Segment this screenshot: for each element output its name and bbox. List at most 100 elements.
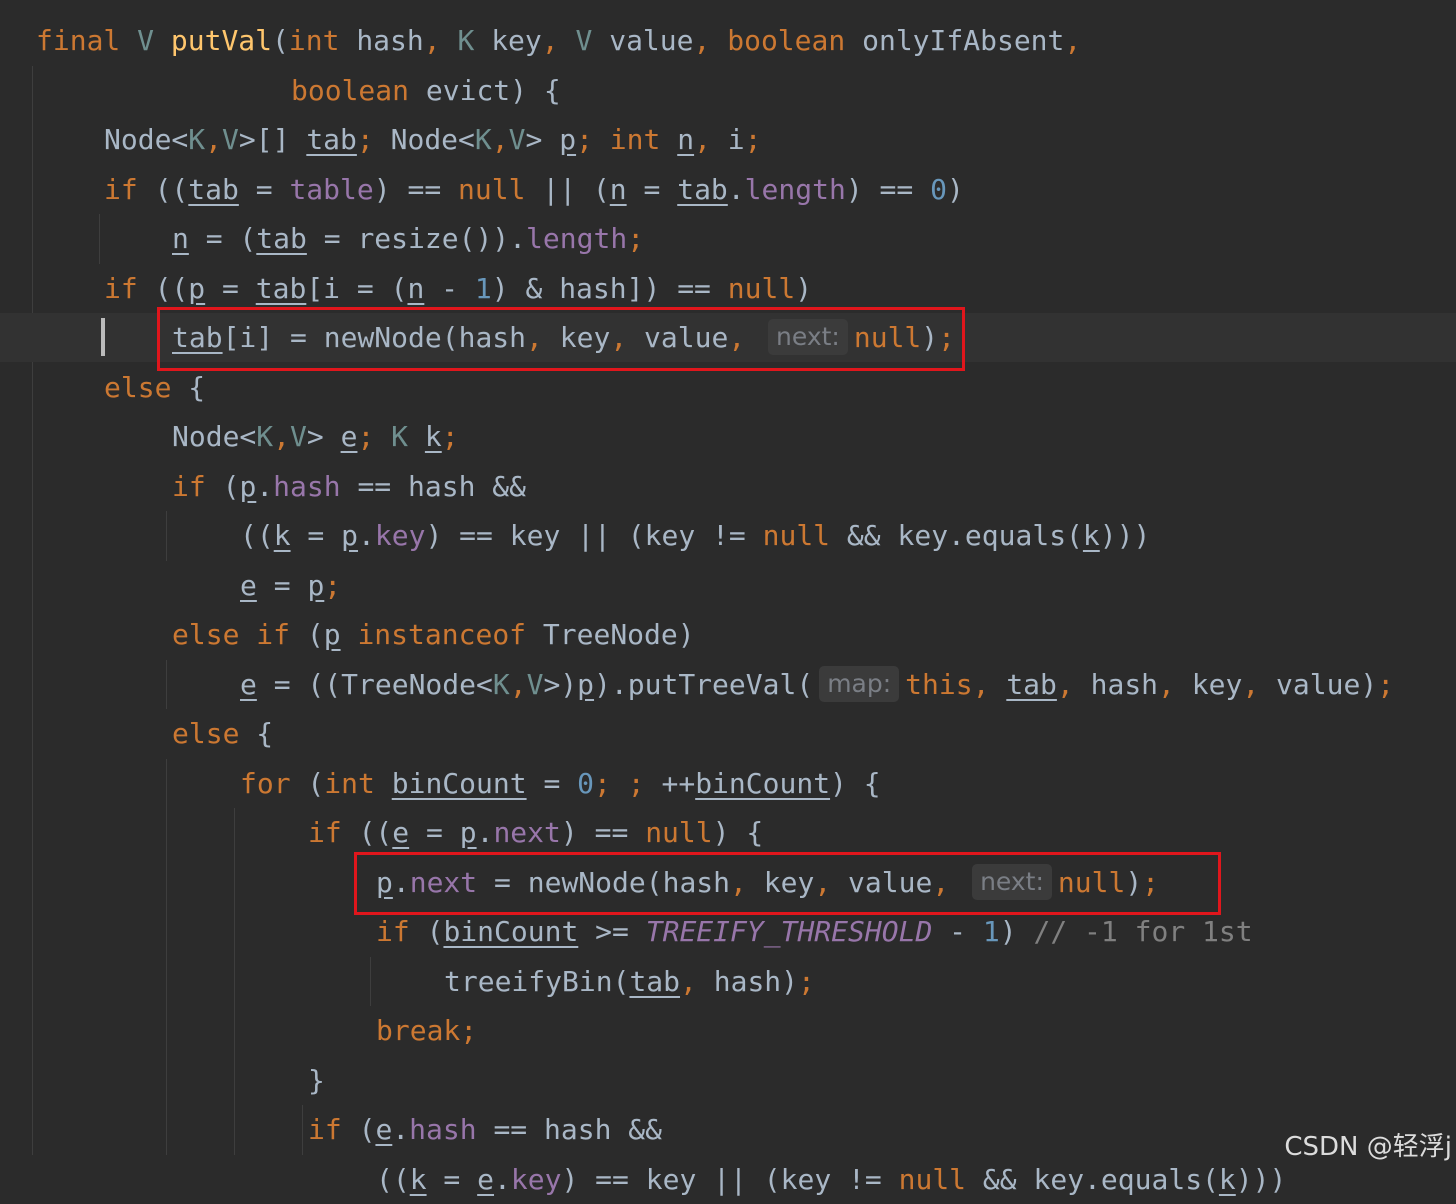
code-token: . <box>358 519 375 552</box>
code-token: = resize()). <box>306 222 527 255</box>
code-line[interactable]: ((k = p.key) == key || (key != null && k… <box>0 511 1456 560</box>
code-token: [i = ( <box>306 271 408 305</box>
code-token: k <box>1218 1162 1236 1196</box>
code-token: = <box>290 519 342 552</box>
code-token: p <box>559 123 577 156</box>
code-line[interactable]: } <box>0 1056 1456 1105</box>
code-token: n <box>677 123 695 156</box>
code-token: == hash && <box>340 469 527 503</box>
code-token: if <box>104 172 138 206</box>
code-token: k <box>409 1162 427 1196</box>
code-token: ; <box>460 1014 478 1047</box>
code-token: ) <box>946 172 964 206</box>
code-token: key <box>510 1162 562 1196</box>
code-token: null <box>762 519 831 552</box>
code-token: k <box>424 420 442 453</box>
code-line[interactable]: ((k = e.key) == key || (key != null && k… <box>0 1155 1456 1204</box>
code-token: ) { <box>712 816 764 849</box>
code-token: evict) { <box>409 73 561 107</box>
code-token: , <box>541 24 559 57</box>
code-token: ) == key || (key != <box>561 1162 899 1196</box>
code-token: p <box>341 519 359 552</box>
code-token: V <box>222 123 239 156</box>
code-token: instanceof <box>357 618 527 651</box>
code-token: final <box>36 24 121 57</box>
code-token: V <box>575 24 593 57</box>
code-token: . <box>476 816 494 849</box>
code-line[interactable]: Node<K,V>[] tab; Node<K,V> p; int n, i; <box>0 115 1456 164</box>
code-token: treeifyBin( <box>444 964 630 998</box>
code-token: K <box>492 667 510 701</box>
code-line[interactable]: treeifyBin(tab, hash); <box>0 957 1456 1006</box>
parameter-hint: map: <box>819 665 900 702</box>
code-line[interactable]: break; <box>0 1006 1456 1055</box>
code-token: e <box>392 816 410 849</box>
code-token: tab <box>255 271 307 305</box>
code-token: , <box>205 123 223 156</box>
code-token: ; <box>357 420 375 453</box>
code-token: . <box>494 1162 511 1196</box>
code-token: TreeNode) <box>526 618 695 651</box>
code-line[interactable]: final V putVal(int hash, K key, V value,… <box>0 16 1456 65</box>
code-line[interactable]: else if (p instanceof TreeNode) <box>0 610 1456 659</box>
code-token: = ( <box>188 222 257 255</box>
code-token: ).putTreeVal( <box>594 667 814 701</box>
code-token: , <box>1064 24 1082 57</box>
code-token: TREEIFY_THRESHOLD <box>645 915 933 948</box>
code-token: p <box>459 816 477 849</box>
code-line[interactable]: for (int binCount = 0; ; ++binCount) { <box>0 759 1456 808</box>
code-token: ) <box>795 271 813 305</box>
text-caret <box>101 318 105 356</box>
code-token: . <box>727 172 745 206</box>
code-line[interactable]: boolean evict) { <box>0 66 1456 115</box>
code-token: this <box>905 667 973 701</box>
code-token: Node< <box>172 420 257 453</box>
code-line[interactable]: if (e.hash == hash && <box>0 1105 1456 1154</box>
code-token: onlyIfAbsent <box>845 24 1065 57</box>
code-token: - <box>932 915 983 948</box>
code-line[interactable]: e = ((TreeNode<K,V>)p).putTreeVal(map: th… <box>0 660 1456 709</box>
csdn-watermark: CSDN @轻浮j <box>1284 1132 1452 1162</box>
code-line[interactable]: e = p; <box>0 561 1456 610</box>
code-line[interactable]: else { <box>0 709 1456 758</box>
code-token: e <box>375 1113 393 1146</box>
code-token: ; <box>324 568 342 602</box>
code-token: , <box>1242 667 1260 701</box>
code-line[interactable]: n = (tab = resize()).length; <box>0 214 1456 263</box>
code-token: V <box>508 123 526 156</box>
code-token: boolean <box>291 73 410 107</box>
code-token: binCount <box>443 915 579 948</box>
code-token: hash <box>339 24 424 57</box>
code-token: if <box>376 915 410 948</box>
code-line[interactable]: Node<K,V> e; K k; <box>0 412 1456 461</box>
code-token: = <box>409 816 460 849</box>
code-token: = <box>256 568 308 602</box>
code-token: Node< <box>373 123 475 156</box>
code-token: if <box>308 1113 342 1146</box>
code-token: { <box>171 370 206 404</box>
code-token: ( <box>272 24 289 57</box>
code-token: ( <box>290 618 324 651</box>
code-token: // -1 for 1st <box>1033 915 1253 948</box>
code-token: int <box>609 123 661 156</box>
code-token: = <box>238 172 290 206</box>
code-token: (( <box>341 816 393 849</box>
code-token: ; <box>356 123 374 156</box>
code-token: ) == key || (key != <box>425 519 763 552</box>
code-line[interactable]: if ((e = p.next) == null) { <box>0 808 1456 857</box>
code-token: , <box>273 420 291 453</box>
code-token: 0 <box>577 766 595 800</box>
code-token: , <box>491 123 509 156</box>
code-token: null <box>645 816 713 849</box>
code-editor[interactable]: final V putVal(int hash, K key, V value,… <box>0 0 1456 1196</box>
code-line[interactable]: if ((tab = table) == null || (n = tab.le… <box>0 165 1456 214</box>
code-token: null <box>727 271 796 305</box>
code-line[interactable]: if ((p = tab[i = (n - 1) & hash]) == nul… <box>0 264 1456 313</box>
code-line[interactable]: if (p.hash == hash && <box>0 462 1456 511</box>
code-token: hash <box>1073 667 1159 701</box>
